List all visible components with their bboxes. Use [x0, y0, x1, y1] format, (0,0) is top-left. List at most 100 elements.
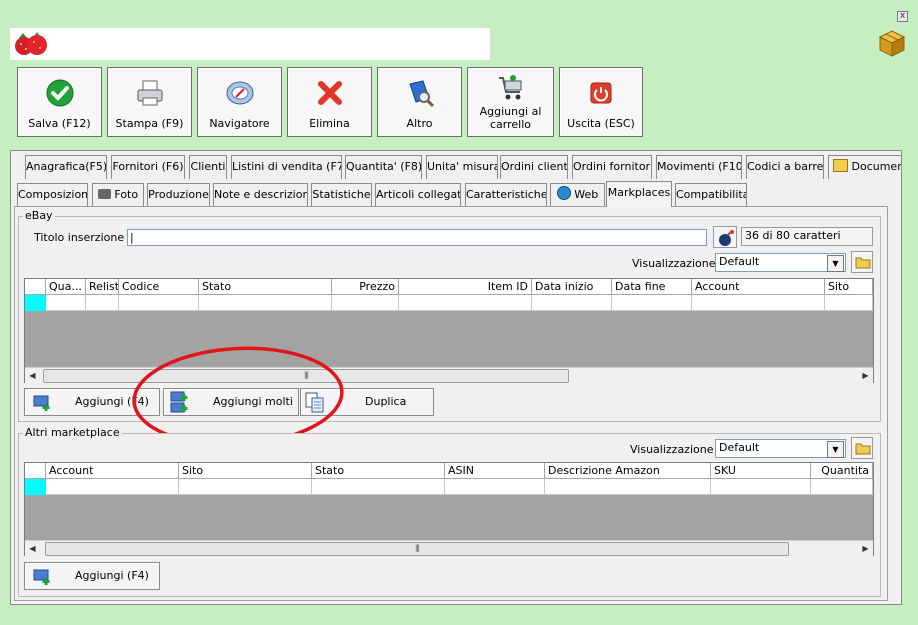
grid-cell[interactable] — [711, 479, 811, 495]
save-button-label: Salva (F12) — [28, 117, 91, 130]
scroll-right-icon[interactable]: ▶ — [858, 368, 873, 383]
bomb-button[interactable] — [713, 226, 737, 248]
tab-foto[interactable]: Foto — [92, 183, 144, 206]
tab-unita-misura[interactable]: Unita' misura — [426, 155, 498, 179]
grid-cell[interactable] — [532, 295, 612, 311]
tab-web-label: Web — [574, 188, 599, 201]
altri-open-folder-button[interactable] — [851, 437, 873, 459]
tab-markplaces[interactable]: Markplaces — [606, 181, 672, 207]
tab-compatibilita[interactable]: Compatibilita' — [675, 183, 747, 206]
col-header[interactable]: Stato — [199, 279, 332, 295]
col-header[interactable]: Data fine — [612, 279, 692, 295]
tab-web[interactable]: Web — [550, 183, 605, 206]
scroll-left-icon[interactable]: ◀ — [25, 368, 40, 383]
grid-cell[interactable] — [312, 479, 445, 495]
folder-icon — [833, 159, 848, 172]
grid-cell[interactable] — [119, 295, 199, 311]
col-header[interactable]: Item ID — [399, 279, 532, 295]
chevron-down-icon[interactable]: ▼ — [827, 441, 844, 458]
grid-cell[interactable] — [46, 295, 86, 311]
col-header[interactable]: Sito — [179, 463, 312, 479]
add-to-cart-button[interactable]: Aggiungi al carrello — [467, 67, 554, 137]
titolo-inserzione-input[interactable]: | — [127, 229, 707, 246]
close-window-button[interactable]: x — [897, 11, 908, 22]
col-header[interactable]: Codice — [119, 279, 199, 295]
current-row-indicator[interactable] — [25, 479, 46, 495]
exit-button-label: Uscita (ESC) — [567, 117, 635, 130]
altri-add-label: Aggiungi (F4) — [75, 569, 149, 582]
other-button[interactable]: Altro — [377, 67, 462, 137]
tab-listini[interactable]: Listini di vendita (F7) — [231, 155, 342, 179]
altri-view-select[interactable]: Default ▼ — [715, 439, 846, 458]
grid-cell[interactable] — [399, 295, 532, 311]
grid-cell[interactable] — [86, 295, 119, 311]
exit-button[interactable]: Uscita (ESC) — [559, 67, 643, 137]
scroll-thumb[interactable]: ||| — [45, 542, 789, 556]
ebay-open-folder-button[interactable] — [851, 251, 873, 273]
row-selector-header — [25, 279, 46, 295]
titolo-inserzione-label: Titolo inserzione : — [34, 231, 132, 244]
navigator-button[interactable]: Navigatore — [197, 67, 282, 137]
grid-empty-area — [25, 495, 873, 540]
current-row-indicator[interactable] — [25, 295, 46, 311]
delete-button[interactable]: Elimina — [287, 67, 372, 137]
grid-cell[interactable] — [199, 295, 332, 311]
col-header[interactable]: SKU — [711, 463, 811, 479]
grid-cell[interactable] — [811, 479, 873, 495]
col-header[interactable]: ASIN — [445, 463, 545, 479]
tab-note-descrizioni[interactable]: Note e descrizioni — [213, 183, 308, 206]
tab-clienti[interactable]: Clienti — [189, 155, 227, 179]
grid-cell[interactable] — [46, 479, 179, 495]
col-header[interactable]: Stato — [312, 463, 445, 479]
grid-cell[interactable] — [179, 479, 312, 495]
col-header[interactable]: Relist — [86, 279, 119, 295]
col-header[interactable]: Descrizione Amazon — [545, 463, 711, 479]
col-header[interactable]: Qua... — [46, 279, 86, 295]
power-icon — [590, 82, 612, 104]
ebay-view-select[interactable]: Default ▼ — [715, 253, 846, 272]
print-button[interactable]: Stampa (F9) — [107, 67, 192, 137]
add-to-cart-label-line2: carrello — [489, 118, 531, 131]
col-header[interactable]: Account — [46, 463, 179, 479]
grid-cell[interactable] — [692, 295, 825, 311]
altri-view-label: Visualizzazione : — [630, 443, 721, 456]
scroll-right-icon[interactable]: ▶ — [858, 541, 873, 556]
altri-horizontal-scrollbar[interactable]: ◀ ||| ▶ — [25, 540, 873, 556]
col-header[interactable]: Quantita — [811, 463, 873, 479]
book-magnifier-icon — [408, 80, 434, 108]
tab-statistiche[interactable]: Statistiche — [311, 183, 372, 206]
col-header[interactable]: Prezzo — [332, 279, 399, 295]
tab-codici-barre[interactable]: Codici a barre — [746, 155, 824, 179]
scroll-left-icon[interactable]: ◀ — [25, 541, 40, 556]
col-header[interactable]: Account — [692, 279, 825, 295]
shopping-cart-icon — [498, 75, 521, 100]
save-button[interactable]: Salva (F12) — [17, 67, 102, 137]
grid-cell[interactable] — [612, 295, 692, 311]
other-button-label: Altro — [406, 117, 433, 130]
tab-fornitori[interactable]: Fornitori (F6) — [111, 155, 185, 179]
tab-produzione[interactable]: Produzione — [147, 183, 210, 206]
grid-cell[interactable] — [445, 479, 545, 495]
tab-ordini-clienti[interactable]: Ordini clienti — [500, 155, 568, 179]
print-button-label: Stampa (F9) — [115, 117, 184, 130]
tab-movimenti[interactable]: Movimenti (F10) — [656, 155, 742, 179]
tab-articoli-collegati[interactable]: Articoli collegati — [375, 183, 461, 206]
tab-documenti-label: Document — [851, 160, 902, 173]
grid-cell[interactable] — [545, 479, 711, 495]
ebay-view-value: Default — [719, 255, 760, 268]
duplicate-label: Duplica — [365, 395, 407, 408]
tab-anagrafica[interactable]: Anagrafica(F5) — [25, 155, 107, 179]
tab-documenti[interactable]: Document — [828, 155, 902, 179]
tab-quantita[interactable]: Quantita' (F8) — [345, 155, 422, 179]
altri-add-button[interactable]: Aggiungi (F4) — [24, 562, 160, 590]
tab-composizioni[interactable]: Composizioni — [17, 183, 88, 206]
chevron-down-icon[interactable]: ▼ — [827, 255, 844, 272]
tab-caratteristiche[interactable]: Caratteristiche — [465, 183, 547, 206]
grid-cell[interactable] — [825, 295, 873, 311]
col-header[interactable]: Sito — [825, 279, 873, 295]
tab-ordini-fornitori[interactable]: Ordini fornitori — [572, 155, 652, 179]
navigator-button-label: Navigatore — [209, 117, 270, 130]
grid-cell[interactable] — [332, 295, 399, 311]
col-header[interactable]: Data inizio — [532, 279, 612, 295]
char-count-readout: 36 di 80 caratteri — [741, 227, 873, 246]
